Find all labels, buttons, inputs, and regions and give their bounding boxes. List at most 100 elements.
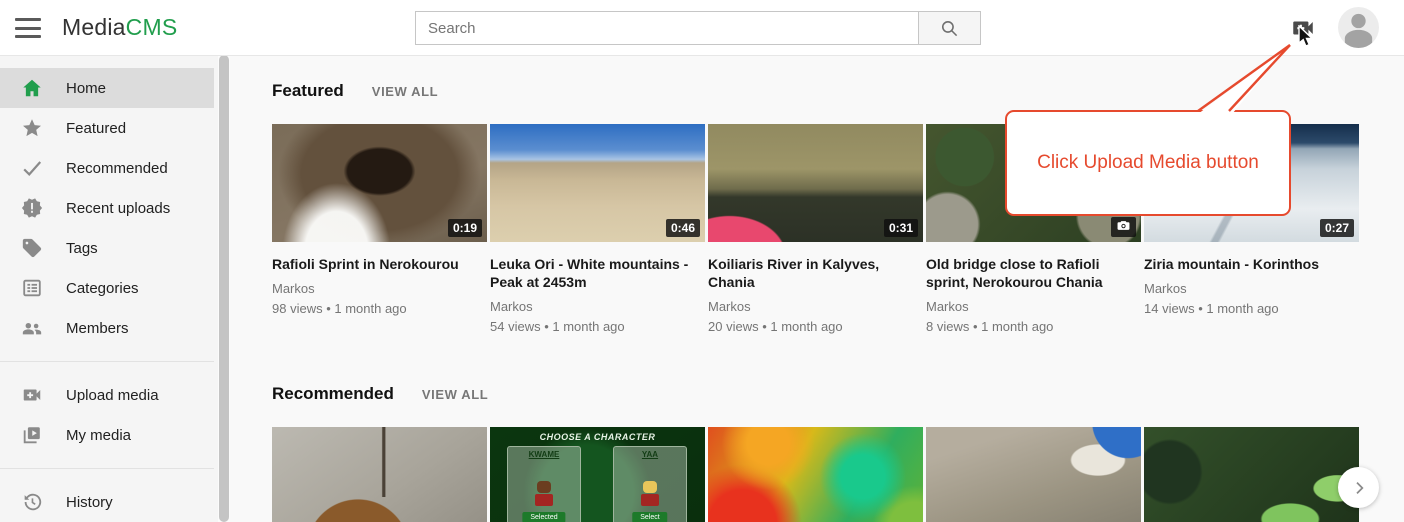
tag-icon (20, 236, 44, 260)
view-all-link[interactable]: VIEW ALL (422, 387, 488, 402)
logo-cms-text: CMS (126, 14, 178, 40)
video-thumbnail[interactable]: 0:46 (490, 124, 705, 242)
sidebar-item-label: History (66, 494, 113, 511)
video-author[interactable]: Markos (708, 299, 923, 314)
sidebar-item-label: Members (66, 320, 129, 337)
video-title[interactable]: Koiliaris River in Kalyves, Chania (708, 255, 923, 291)
video-title[interactable]: Old bridge close to Rafioli sprint, Nero… (926, 255, 1141, 291)
app-logo[interactable]: MediaCMS (62, 14, 177, 41)
game-select-button: Select (632, 512, 667, 522)
sidebar-divider (0, 361, 214, 362)
top-bar: MediaCMS (0, 0, 1404, 56)
video-thumbnail[interactable]: 0:19 (272, 124, 487, 242)
video-meta: 54 views • 1 month ago (490, 318, 705, 335)
sidebar-item-recommended[interactable]: Recommended (0, 148, 214, 188)
video-thumbnail[interactable]: 0:31 (708, 124, 923, 242)
video-call-icon (1290, 15, 1316, 41)
sidebar-item-recent-uploads[interactable]: Recent uploads (0, 188, 214, 228)
sidebar-item-label: Tags (66, 240, 98, 257)
section-title: Featured (272, 81, 344, 101)
camera-icon (1117, 220, 1130, 231)
sidebar-item-label: Recommended (66, 160, 168, 177)
hamburger-menu-icon[interactable] (15, 18, 41, 38)
tooltip-callout: Click Upload Media button (1005, 110, 1291, 216)
video-title[interactable]: Leuka Ori - White mountains - Peak at 24… (490, 255, 705, 291)
tooltip-text: Click Upload Media button (1037, 152, 1259, 174)
duration-badge: 0:19 (448, 219, 482, 237)
categories-icon (20, 276, 44, 300)
video-title[interactable]: Rafioli Sprint in Nerokourou (272, 255, 487, 273)
video-thumbnail[interactable]: CHOOSE A CHARACTER KWAME Selected YAA (490, 427, 705, 522)
sidebar-item-categories[interactable]: Categories (0, 268, 214, 308)
video-thumbnail[interactable] (708, 427, 923, 522)
sidebar-item-members[interactable]: Members (0, 308, 214, 348)
duration-badge: 0:46 (666, 219, 700, 237)
video-card (926, 427, 1141, 522)
video-meta: 14 views • 1 month ago (1144, 300, 1359, 317)
search-button[interactable] (918, 11, 981, 45)
video-meta: 20 views • 1 month ago (708, 318, 923, 335)
sidebar-item-label: Home (66, 80, 106, 97)
view-all-link[interactable]: VIEW ALL (372, 84, 438, 99)
video-author[interactable]: Markos (1144, 281, 1359, 296)
sidebar-scrollbar-thumb[interactable] (219, 55, 229, 522)
sidebar-item-label: Categories (66, 280, 139, 297)
game-character-sprite (535, 481, 553, 507)
logo-media-text: Media (62, 14, 126, 40)
video-library-icon (20, 423, 44, 447)
members-icon (20, 316, 44, 340)
video-card (272, 427, 487, 522)
sidebar-divider (0, 468, 214, 469)
search-input[interactable] (415, 11, 918, 45)
duration-badge: 0:27 (1320, 219, 1354, 237)
video-meta: 98 views • 1 month ago (272, 300, 487, 317)
section-title: Recommended (272, 384, 394, 404)
video-title[interactable]: Ziria mountain - Korinthos (1144, 255, 1359, 273)
video-thumbnail[interactable] (272, 427, 487, 522)
upload-media-icon (20, 383, 44, 407)
game-character-sprite (641, 481, 659, 507)
sidebar-item-label: Featured (66, 120, 126, 137)
video-thumbnail[interactable] (1144, 427, 1359, 522)
search-bar (415, 11, 981, 45)
game-select-button: Selected (522, 512, 565, 522)
search-icon (940, 19, 959, 38)
video-card: 0:46 Leuka Ori - White mountains - Peak … (490, 124, 705, 335)
game-character-name: KWAME (508, 450, 580, 459)
game-panel-left: KWAME Selected (507, 446, 581, 522)
sidebar-item-label: Upload media (66, 387, 159, 404)
sidebar-item-home[interactable]: Home (0, 68, 214, 108)
duration-badge: 0:31 (884, 219, 918, 237)
home-icon (20, 76, 44, 100)
carousel-next-button[interactable] (1338, 467, 1379, 508)
video-meta: 8 views • 1 month ago (926, 318, 1141, 335)
sidebar-item-upload-media[interactable]: Upload media (0, 375, 214, 415)
chevron-right-icon (1351, 480, 1367, 496)
sidebar-item-label: My media (66, 427, 131, 444)
user-avatar[interactable] (1338, 7, 1379, 48)
sidebar-item-label: Recent uploads (66, 200, 170, 217)
video-card (1144, 427, 1359, 522)
new-releases-icon (20, 196, 44, 220)
game-thumb-title: CHOOSE A CHARACTER (490, 432, 705, 442)
video-thumbnail[interactable] (926, 427, 1141, 522)
sidebar-item-featured[interactable]: Featured (0, 108, 214, 148)
video-author[interactable]: Markos (272, 281, 487, 296)
game-panel-right: YAA Select (613, 446, 687, 522)
video-card (708, 427, 923, 522)
upload-media-button[interactable] (1290, 15, 1316, 41)
sidebar-item-history[interactable]: History (0, 482, 214, 522)
history-icon (20, 490, 44, 514)
sidebar-item-tags[interactable]: Tags (0, 228, 214, 268)
check-icon (20, 156, 44, 180)
recommended-section: Recommended VIEW ALL CHOOSE A CHARACTER … (272, 384, 1362, 522)
star-icon (20, 116, 44, 140)
video-card: 0:19 Rafioli Sprint in Nerokourou Markos… (272, 124, 487, 335)
video-author[interactable]: Markos (926, 299, 1141, 314)
video-card: CHOOSE A CHARACTER KWAME Selected YAA (490, 427, 705, 522)
video-author[interactable]: Markos (490, 299, 705, 314)
sidebar-item-my-media[interactable]: My media (0, 415, 214, 455)
video-card: 0:31 Koiliaris River in Kalyves, Chania … (708, 124, 923, 335)
person-icon (1338, 7, 1379, 48)
camera-badge (1111, 217, 1136, 237)
